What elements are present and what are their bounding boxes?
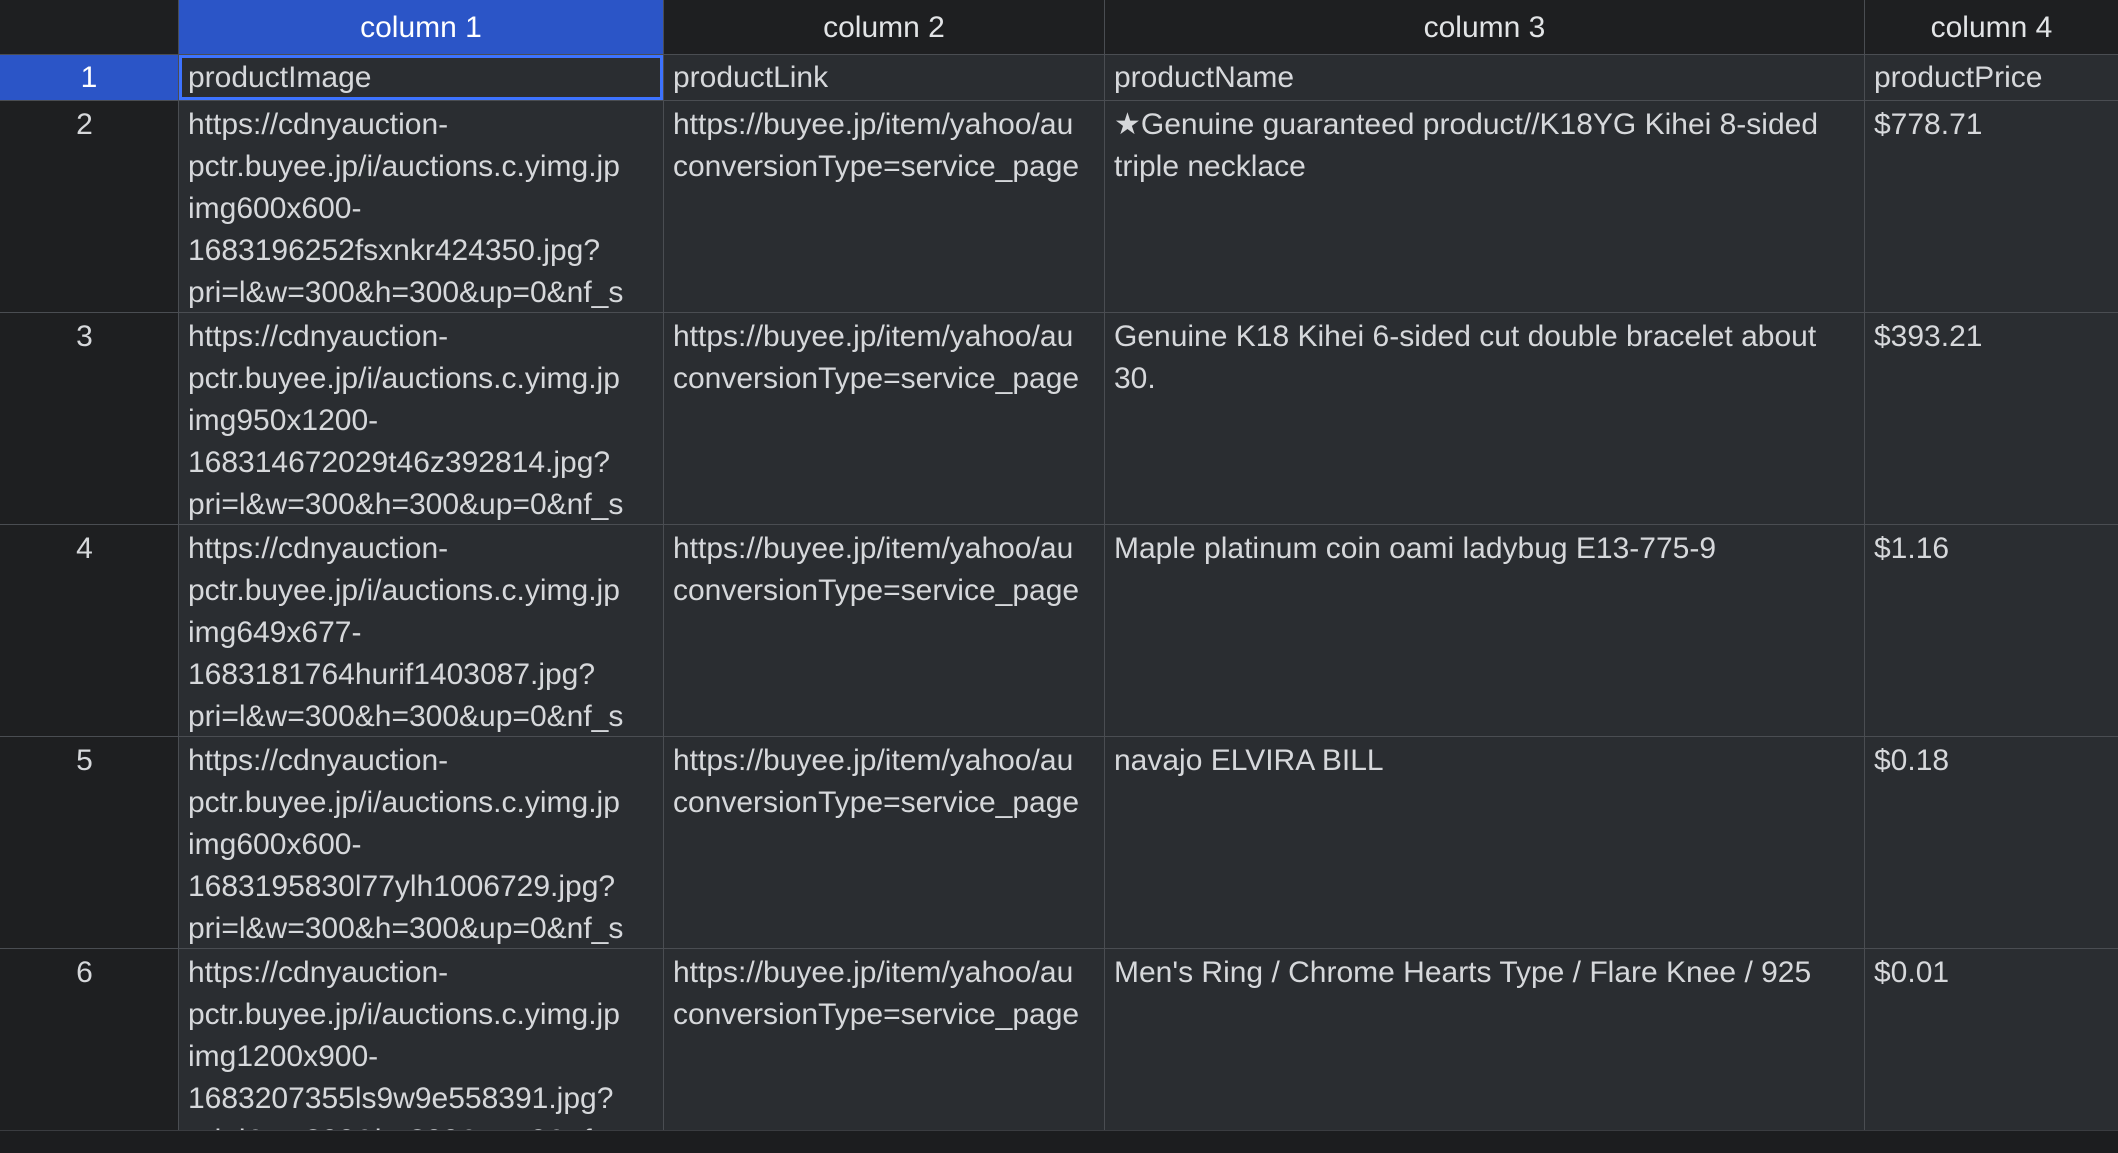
cell-text-line: 1683195830l77ylh1006729.jpg? bbox=[188, 870, 616, 903]
column-header-4[interactable]: column 4 bbox=[1865, 0, 2118, 55]
table-row: 1 productImage productLink productName p… bbox=[0, 55, 2118, 101]
horizontal-scrollbar[interactable] bbox=[0, 1130, 2118, 1153]
cell-text-line: conversionType=service_page bbox=[673, 362, 1080, 395]
cell-text-line: img649x677- bbox=[188, 616, 362, 649]
cell-text-line: https://cdnyauction- bbox=[188, 532, 449, 565]
table-cell[interactable]: https://buyee.jp/item/yahoo/au conversion… bbox=[664, 525, 1105, 737]
cell-text-line: conversionType=service_page bbox=[673, 150, 1080, 183]
cell-text-line: pctr.buyee.jp/i/auctions.c.yimg.jp bbox=[188, 786, 620, 819]
cell-text-line: pri=l&w=300&h=300&up=0&nf_s bbox=[188, 276, 624, 309]
cell-text-line: img1200x900- bbox=[188, 1040, 379, 1073]
cell-text-line: https://buyee.jp/item/yahoo/au bbox=[673, 744, 1074, 777]
table-cell[interactable]: productName bbox=[1105, 55, 1865, 101]
table-cell[interactable]: ★Genuine guaranteed product//K18YG Kihei… bbox=[1105, 101, 1865, 313]
table-cell[interactable]: https://buyee.jp/item/yahoo/au conversion… bbox=[664, 101, 1105, 313]
cell-text-line: https://buyee.jp/item/yahoo/au bbox=[673, 956, 1074, 989]
cell-text-line: pctr.buyee.jp/i/auctions.c.yimg.jp bbox=[188, 998, 620, 1031]
column-header-row: column 1 column 2 column 3 column 4 bbox=[0, 0, 2118, 55]
table-body: 2 https://cdnyauction-pctr.buyee.jp/i/auc… bbox=[0, 101, 2118, 1130]
table-cell[interactable]: $393.21 bbox=[1865, 313, 2118, 525]
table-cell[interactable]: https://cdnyauction-pctr.buyee.jp/i/auct… bbox=[179, 313, 664, 525]
row-number[interactable]: 4 bbox=[0, 525, 179, 737]
table-row: 5 https://cdnyauction-pctr.buyee.jp/i/auc… bbox=[0, 737, 2118, 949]
row-number[interactable]: 5 bbox=[0, 737, 179, 949]
corner-cell[interactable] bbox=[0, 0, 179, 55]
spreadsheet-grid: column 1 column 2 column 3 column 4 1 pr… bbox=[0, 0, 2118, 1130]
column-header-2[interactable]: column 2 bbox=[664, 0, 1105, 55]
cell-text-line: https://cdnyauction- bbox=[188, 108, 449, 141]
table-cell[interactable]: productLink bbox=[664, 55, 1105, 101]
row-number[interactable]: 3 bbox=[0, 313, 179, 525]
table-row: 3 https://cdnyauction-pctr.buyee.jp/i/auc… bbox=[0, 313, 2118, 525]
cell-text-line: img950x1200- bbox=[188, 404, 379, 437]
row-number[interactable]: 2 bbox=[0, 101, 179, 313]
cell-text-line: pctr.buyee.jp/i/auctions.c.yimg.jp bbox=[188, 362, 620, 395]
table-cell[interactable]: $0.18 bbox=[1865, 737, 2118, 949]
cell-text-line: https://buyee.jp/item/yahoo/au bbox=[673, 532, 1074, 565]
cell-text-line: img600x600- bbox=[188, 828, 362, 861]
table-row: 2 https://cdnyauction-pctr.buyee.jp/i/auc… bbox=[0, 101, 2118, 313]
table-cell[interactable]: https://cdnyauction-pctr.buyee.jp/i/auct… bbox=[179, 101, 664, 313]
cell-text-line: pri=l&w=300&h=300&up=0&nf_s bbox=[188, 912, 624, 945]
cell-text-line: https://cdnyauction- bbox=[188, 956, 449, 989]
table-cell[interactable]: Men's Ring / Chrome Hearts Type / Flare … bbox=[1105, 949, 1865, 1130]
table-cell[interactable]: $1.16 bbox=[1865, 525, 2118, 737]
table-cell[interactable]: navajo ELVIRA BILL bbox=[1105, 737, 1865, 949]
cell-text-line: conversionType=service_page bbox=[673, 998, 1080, 1031]
column-header-3[interactable]: column 3 bbox=[1105, 0, 1865, 55]
cell-text-line: pri=l&w=300&h=300&up=0&nf_s bbox=[188, 1120, 654, 1130]
cell-text-line: https://buyee.jp/item/yahoo/au bbox=[673, 320, 1074, 353]
cell-text-line: https://cdnyauction- bbox=[188, 744, 449, 777]
cell-text-line: img600x600- bbox=[188, 192, 362, 225]
cell-selected[interactable]: productImage bbox=[179, 55, 664, 101]
cell-text-line: 1683207355ls9w9e558391.jpg? bbox=[188, 1082, 614, 1115]
cell-text-line: pctr.buyee.jp/i/auctions.c.yimg.jp bbox=[188, 150, 620, 183]
cell-text-line: pri=l&w=300&h=300&up=0&nf_s bbox=[188, 488, 624, 521]
table-cell[interactable]: $778.71 bbox=[1865, 101, 2118, 313]
table-cell[interactable]: https://cdnyauction-pctr.buyee.jp/i/auct… bbox=[179, 525, 664, 737]
column-header-1[interactable]: column 1 bbox=[179, 0, 664, 55]
table-cell[interactable]: $0.01 bbox=[1865, 949, 2118, 1130]
cell-text-line: https://cdnyauction- bbox=[188, 320, 449, 353]
cell-text-line: pri=l&w=300&h=300&up=0&nf_s bbox=[188, 700, 624, 733]
table-cell[interactable]: Maple platinum coin oami ladybug E13-775… bbox=[1105, 525, 1865, 737]
row-number[interactable]: 6 bbox=[0, 949, 179, 1130]
table-cell[interactable]: https://cdnyauction-pctr.buyee.jp/i/auct… bbox=[179, 737, 664, 949]
cell-text-line: conversionType=service_page bbox=[673, 574, 1080, 607]
table-cell[interactable]: https://cdnyauction-pctr.buyee.jp/i/auct… bbox=[179, 949, 664, 1130]
table-cell[interactable]: https://buyee.jp/item/yahoo/au conversion… bbox=[664, 737, 1105, 949]
table-cell[interactable]: https://buyee.jp/item/yahoo/au conversion… bbox=[664, 949, 1105, 1130]
cell-text-line: 1683181764hurif1403087.jpg? bbox=[188, 658, 596, 691]
row-number[interactable]: 1 bbox=[0, 55, 179, 101]
cell-text-line: conversionType=service_page bbox=[673, 786, 1080, 819]
cell-text-line: https://buyee.jp/item/yahoo/au bbox=[673, 108, 1074, 141]
table-row: 4 https://cdnyauction-pctr.buyee.jp/i/auc… bbox=[0, 525, 2118, 737]
table-cell[interactable]: Genuine K18 Kihei 6-sided cut double bra… bbox=[1105, 313, 1865, 525]
cell-text-line: 168314672029t46z392814.jpg? bbox=[188, 446, 611, 479]
cell-text-line: pctr.buyee.jp/i/auctions.c.yimg.jp bbox=[188, 574, 620, 607]
cell-text-line: 1683196252fsxnkr424350.jpg? bbox=[188, 234, 601, 267]
table-cell[interactable]: https://buyee.jp/item/yahoo/au conversion… bbox=[664, 313, 1105, 525]
table-cell[interactable]: productPrice bbox=[1865, 55, 2118, 101]
table-row: 6 https://cdnyauction-pctr.buyee.jp/i/auc… bbox=[0, 949, 2118, 1130]
